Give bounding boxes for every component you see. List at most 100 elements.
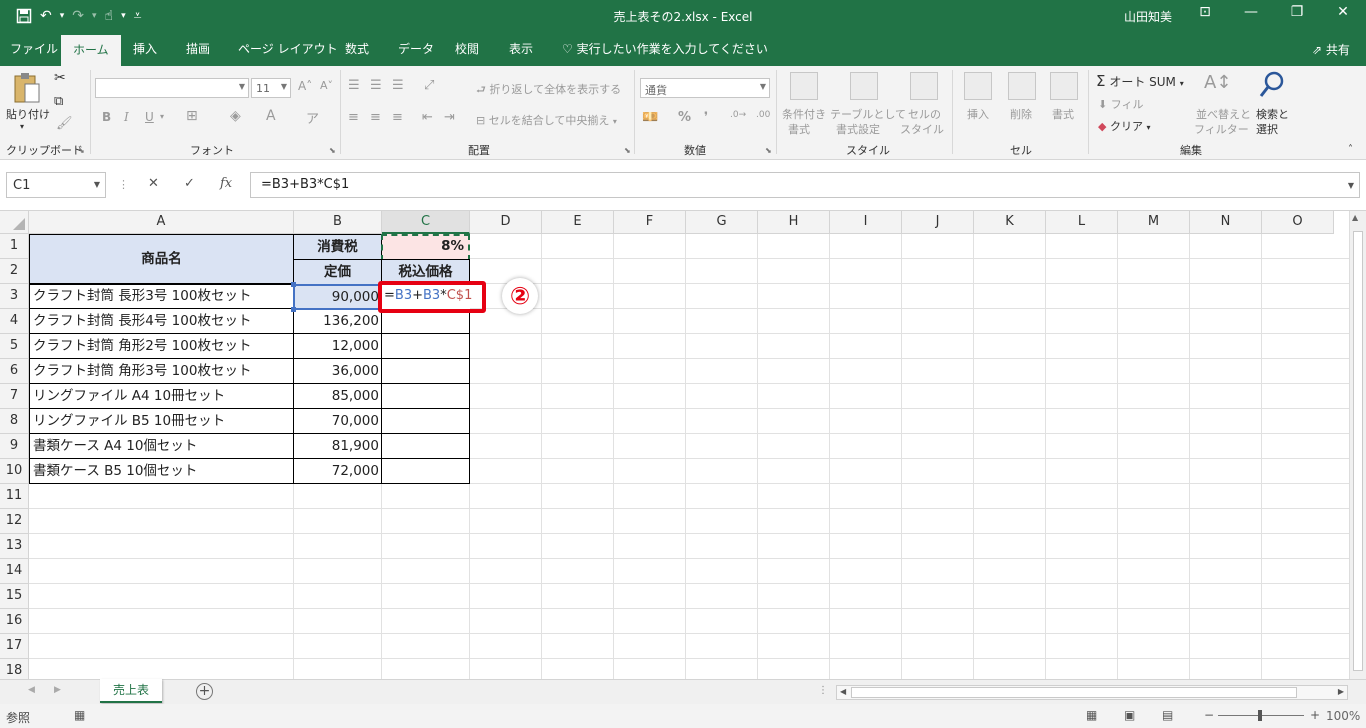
cell-a4-product-name[interactable]: クラフト封筒 長形4号 100枚セット	[29, 308, 294, 334]
font-color-icon[interactable]: A	[266, 108, 276, 124]
cell-b6-price[interactable]: 36,000	[293, 358, 382, 384]
borders-icon[interactable]: ⊞	[186, 108, 198, 124]
scroll-up-icon[interactable]: ▲	[1352, 213, 1358, 222]
page-break-view-icon[interactable]: ▤	[1162, 708, 1173, 722]
font-name-combo[interactable]: ▼	[95, 78, 249, 98]
tab-view[interactable]: 表示	[509, 40, 533, 57]
horizontal-scroll-thumb[interactable]	[851, 687, 1297, 698]
cell-a8-product-name[interactable]: リングファイル B5 10冊セット	[29, 408, 294, 434]
insert-cells-icon[interactable]	[964, 72, 992, 100]
row-header-16[interactable]: 16	[0, 609, 29, 634]
sort-filter-label-2[interactable]: フィルター	[1194, 121, 1249, 137]
percent-style-button[interactable]: %	[678, 110, 691, 125]
cell-c6-tax-price[interactable]	[381, 358, 470, 384]
row-header-7[interactable]: 7	[0, 384, 29, 409]
align-center-icon[interactable]: ≡	[370, 110, 381, 125]
column-header-o[interactable]: O	[1262, 211, 1334, 234]
scroll-right-icon[interactable]: ▶	[1338, 687, 1344, 696]
vertical-scrollbar[interactable]: ▲	[1349, 211, 1366, 679]
cell-b3-price[interactable]: 90,000	[294, 285, 381, 309]
merge-center-button[interactable]: ⊟ セルを結合して中央揃え ▾	[476, 112, 617, 128]
cell-c10-tax-price[interactable]	[381, 458, 470, 484]
number-launcher-icon[interactable]: ⬊	[765, 146, 772, 155]
cell-b4-price[interactable]: 136,200	[293, 308, 382, 334]
share-button[interactable]: ⇗ 共有	[1312, 41, 1350, 58]
number-format-combo[interactable]: 通貨 ▼	[640, 78, 770, 98]
format-as-table-icon[interactable]	[850, 72, 878, 100]
tab-review[interactable]: 校閲	[455, 40, 479, 57]
column-header-k[interactable]: K	[974, 211, 1046, 234]
underline-dropdown-icon[interactable]: ▾	[160, 112, 164, 121]
cell-c5-tax-price[interactable]	[381, 333, 470, 359]
orientation-icon[interactable]: ⤢	[424, 78, 434, 93]
restore-icon[interactable]: ❐	[1282, 4, 1312, 20]
underline-button[interactable]: U	[145, 110, 154, 124]
minimize-icon[interactable]: —	[1236, 4, 1266, 20]
cell-b8-price[interactable]: 70,000	[293, 408, 382, 434]
cell-b1-tax-label[interactable]: 消費税	[293, 234, 382, 260]
wrap-text-button[interactable]: ⮐ 折り返して全体を表示する	[476, 81, 621, 100]
alignment-launcher-icon[interactable]: ⬊	[624, 146, 631, 155]
clear-button[interactable]: ◆ クリア ▾	[1098, 118, 1150, 134]
align-top-icon[interactable]: ☰	[348, 78, 360, 93]
scroll-left-icon[interactable]: ◀	[840, 687, 846, 696]
cell-a10-product-name[interactable]: 書類ケース B5 10個セット	[29, 458, 294, 484]
autosum-button[interactable]: Σ オート SUM ▾	[1096, 72, 1184, 90]
fill-button[interactable]: ⬇ フィル	[1098, 96, 1144, 112]
normal-view-icon[interactable]: ▦	[1086, 708, 1097, 722]
cell-a1-product-header[interactable]: 商品名	[29, 234, 294, 285]
macro-record-icon[interactable]: ▦	[74, 708, 85, 722]
zoom-in-icon[interactable]: +	[1310, 708, 1320, 722]
tab-draw[interactable]: 描画	[186, 40, 210, 57]
row-header-10[interactable]: 10	[0, 459, 29, 484]
cell-styles-label-2[interactable]: スタイル	[900, 121, 944, 137]
row-header-11[interactable]: 11	[0, 484, 29, 509]
paste-dropdown-icon[interactable]: ▾	[20, 122, 24, 131]
find-select-label-2[interactable]: 選択	[1256, 121, 1278, 137]
zoom-slider-thumb[interactable]	[1258, 710, 1262, 721]
ribbon-display-icon[interactable]: ⊡	[1190, 4, 1220, 20]
comma-style-icon[interactable]: ❜	[704, 110, 708, 125]
tell-me-box[interactable]: ♡ 実行したい作業を入力してください	[562, 40, 768, 57]
collapse-ribbon-icon[interactable]: ˄	[1348, 144, 1353, 155]
prev-sheet-icon[interactable]: ◀	[28, 685, 35, 695]
align-middle-icon[interactable]: ☰	[370, 78, 382, 93]
find-select-icon[interactable]	[1258, 70, 1286, 103]
column-header-m[interactable]: M	[1118, 211, 1190, 234]
sort-filter-label-1[interactable]: 並べ替えと	[1196, 106, 1251, 122]
row-header-8[interactable]: 8	[0, 409, 29, 434]
column-header-d[interactable]: D	[470, 211, 542, 234]
insert-function-button[interactable]: fx	[220, 176, 232, 191]
font-size-combo[interactable]: 11 ▼	[251, 78, 291, 98]
format-painter-icon[interactable]: 🖌	[56, 116, 73, 131]
sheet-tab-active[interactable]: 売上表	[100, 679, 162, 703]
page-layout-view-icon[interactable]: ▣	[1124, 708, 1135, 722]
insert-cells-label[interactable]: 挿入	[967, 106, 989, 122]
decrease-indent-icon[interactable]: ⇤	[422, 110, 433, 125]
cell-b2-list-price-header[interactable]: 定価	[293, 259, 382, 285]
cell-styles-label-1[interactable]: セルの	[908, 106, 941, 122]
column-header-a[interactable]: A	[29, 211, 294, 234]
align-bottom-icon[interactable]: ☰	[392, 78, 404, 93]
cell-b5-price[interactable]: 12,000	[293, 333, 382, 359]
find-select-label-1[interactable]: 検索と	[1256, 106, 1289, 122]
column-header-f[interactable]: F	[614, 211, 686, 234]
formula-input[interactable]: =B3+B3*C$1 ▼	[250, 172, 1360, 198]
sort-filter-icon[interactable]: A↕	[1204, 72, 1231, 93]
close-icon[interactable]: ✕	[1328, 4, 1358, 20]
grow-font-icon[interactable]: A˄	[298, 79, 312, 93]
column-header-g[interactable]: G	[686, 211, 758, 234]
cell-b9-price[interactable]: 81,900	[293, 433, 382, 459]
tab-home[interactable]: ホーム	[61, 35, 121, 66]
user-name[interactable]: 山田知美	[1124, 8, 1172, 25]
cell-styles-icon[interactable]	[910, 72, 938, 100]
cell-a7-product-name[interactable]: リングファイル A4 10冊セット	[29, 383, 294, 409]
zoom-level[interactable]: 100%	[1326, 709, 1360, 723]
column-header-b[interactable]: B	[294, 211, 382, 234]
cell-c9-tax-price[interactable]	[381, 433, 470, 459]
column-header-i[interactable]: I	[830, 211, 902, 234]
paste-button[interactable]	[12, 72, 42, 109]
zoom-out-icon[interactable]: −	[1204, 708, 1214, 722]
next-sheet-icon[interactable]: ▶	[54, 685, 61, 695]
shrink-font-icon[interactable]: A˅	[320, 79, 333, 92]
